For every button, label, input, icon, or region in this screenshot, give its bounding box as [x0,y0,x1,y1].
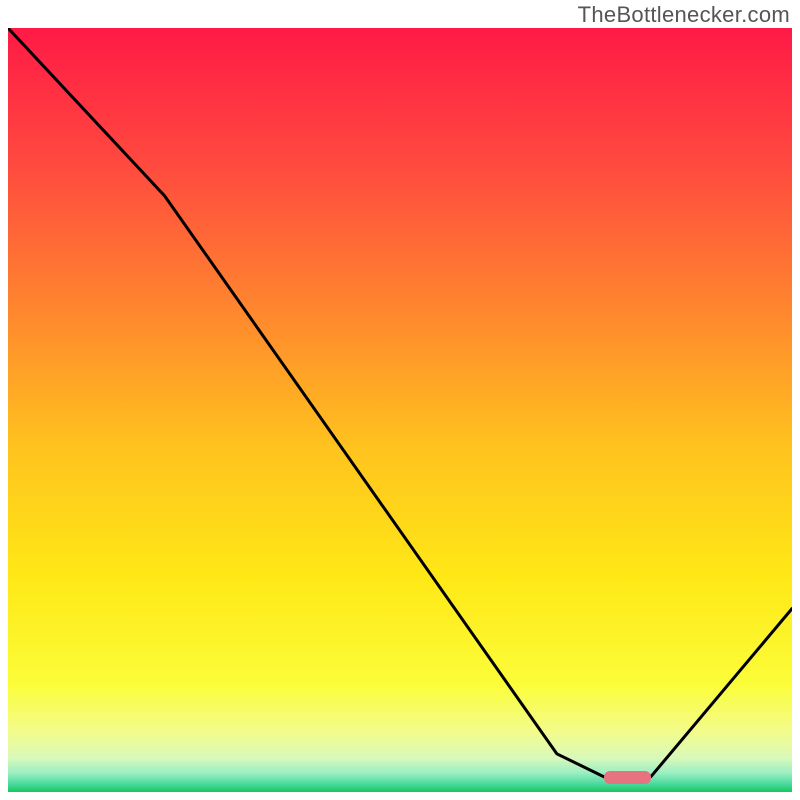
plot-area [8,28,792,792]
optimal-marker [604,771,651,784]
bottleneck-chart: TheBottlenecker.com [0,0,800,800]
watermark-label: TheBottlenecker.com [578,2,790,28]
gradient-background [8,28,792,792]
